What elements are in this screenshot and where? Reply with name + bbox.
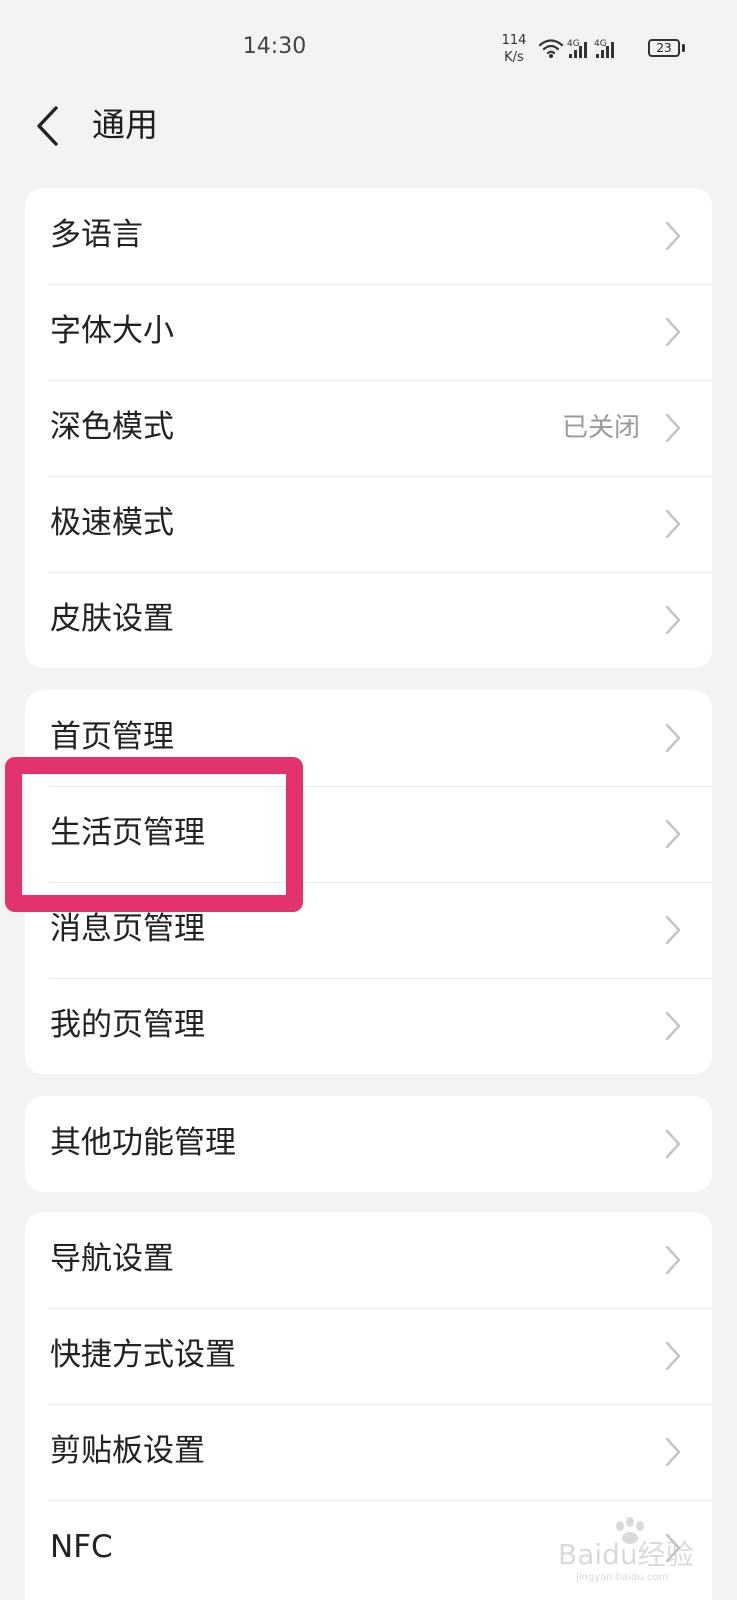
chevron-right-icon [665, 819, 681, 849]
row-label: 剪贴板设置 [50, 1433, 205, 1469]
network-type-1: 4G [567, 39, 580, 49]
status-time: 14:30 [242, 34, 307, 59]
settings-row-clipboard[interactable]: 剪贴板设置 [25, 1404, 712, 1500]
dark-mode-status: 已关闭 [561, 413, 640, 443]
chevron-right-icon [665, 1129, 681, 1159]
header: 通用 [0, 90, 737, 190]
chevron-right-icon [665, 1437, 681, 1467]
status-icons: 4G 4G [538, 39, 614, 58]
row-label: 字体大小 [50, 313, 174, 349]
row-label: 我的页管理 [50, 1007, 205, 1043]
settings-group-other: 其他功能管理 [25, 1096, 712, 1192]
network-type-2: 4G [594, 39, 607, 49]
row-label: 多语言 [50, 217, 143, 253]
settings-row-life-page[interactable]: 生活页管理 [25, 786, 712, 882]
settings-group-pages: 首页管理 生活页管理 消息页管理 我的页管理 [25, 690, 712, 1074]
row-label: 消息页管理 [50, 911, 205, 947]
battery-icon: 23 [648, 39, 680, 57]
settings-row-navigation[interactable]: 导航设置 [25, 1212, 712, 1308]
settings-row-skin[interactable]: 皮肤设置 [25, 572, 712, 668]
settings-row-my-page[interactable]: 我的页管理 [25, 978, 712, 1074]
settings-row-dark-mode[interactable]: 深色模式 已关闭 [25, 380, 712, 476]
settings-group-display: 多语言 字体大小 深色模式 已关闭 极速模式 皮肤设置 [25, 188, 712, 668]
chevron-right-icon [665, 1341, 681, 1371]
network-speed-unit: K/s [504, 50, 524, 65]
page-title: 通用 [92, 105, 158, 144]
watermark-text: Baidu经验 [558, 1538, 694, 1571]
back-button[interactable] [26, 100, 70, 152]
row-label: 快捷方式设置 [50, 1337, 236, 1373]
settings-row-shortcuts[interactable]: 快捷方式设置 [25, 1308, 712, 1404]
settings-row-speed-mode[interactable]: 极速模式 [25, 476, 712, 572]
row-label: 生活页管理 [50, 815, 205, 851]
settings-row-message-page[interactable]: 消息页管理 [25, 882, 712, 978]
settings-row-language[interactable]: 多语言 [25, 188, 712, 284]
row-label: 导航设置 [50, 1241, 174, 1277]
network-speed: 114 K/s [499, 32, 529, 66]
row-label: 皮肤设置 [50, 601, 174, 637]
chevron-right-icon [665, 1011, 681, 1041]
settings-row-other-features[interactable]: 其他功能管理 [25, 1096, 712, 1192]
status-bar: 14:30 114 K/s 4G 4G 23 [0, 0, 737, 90]
network-speed-value: 114 [501, 33, 527, 48]
chevron-left-icon [37, 106, 58, 146]
chevron-right-icon [665, 605, 681, 635]
battery-tip [682, 44, 685, 52]
chevron-right-icon [665, 723, 681, 753]
watermark-subtext: jingyan.baidu.com [575, 1572, 668, 1583]
chevron-right-icon [665, 509, 681, 539]
settings-row-home-page[interactable]: 首页管理 [25, 690, 712, 786]
row-label: 首页管理 [50, 719, 174, 755]
chevron-right-icon [665, 1245, 681, 1275]
chevron-right-icon [665, 317, 681, 347]
row-label: 极速模式 [50, 505, 174, 541]
row-label: NFC [50, 1529, 113, 1565]
wifi-icon [538, 39, 564, 55]
row-label: 其他功能管理 [50, 1125, 236, 1161]
chevron-right-icon [665, 221, 681, 251]
baidu-watermark: Baidu经验 jingyan.baidu.com [558, 1517, 694, 1583]
chevron-right-icon [665, 413, 681, 443]
chevron-right-icon [665, 915, 681, 945]
settings-row-font-size[interactable]: 字体大小 [25, 284, 712, 380]
row-label: 深色模式 [50, 409, 174, 445]
